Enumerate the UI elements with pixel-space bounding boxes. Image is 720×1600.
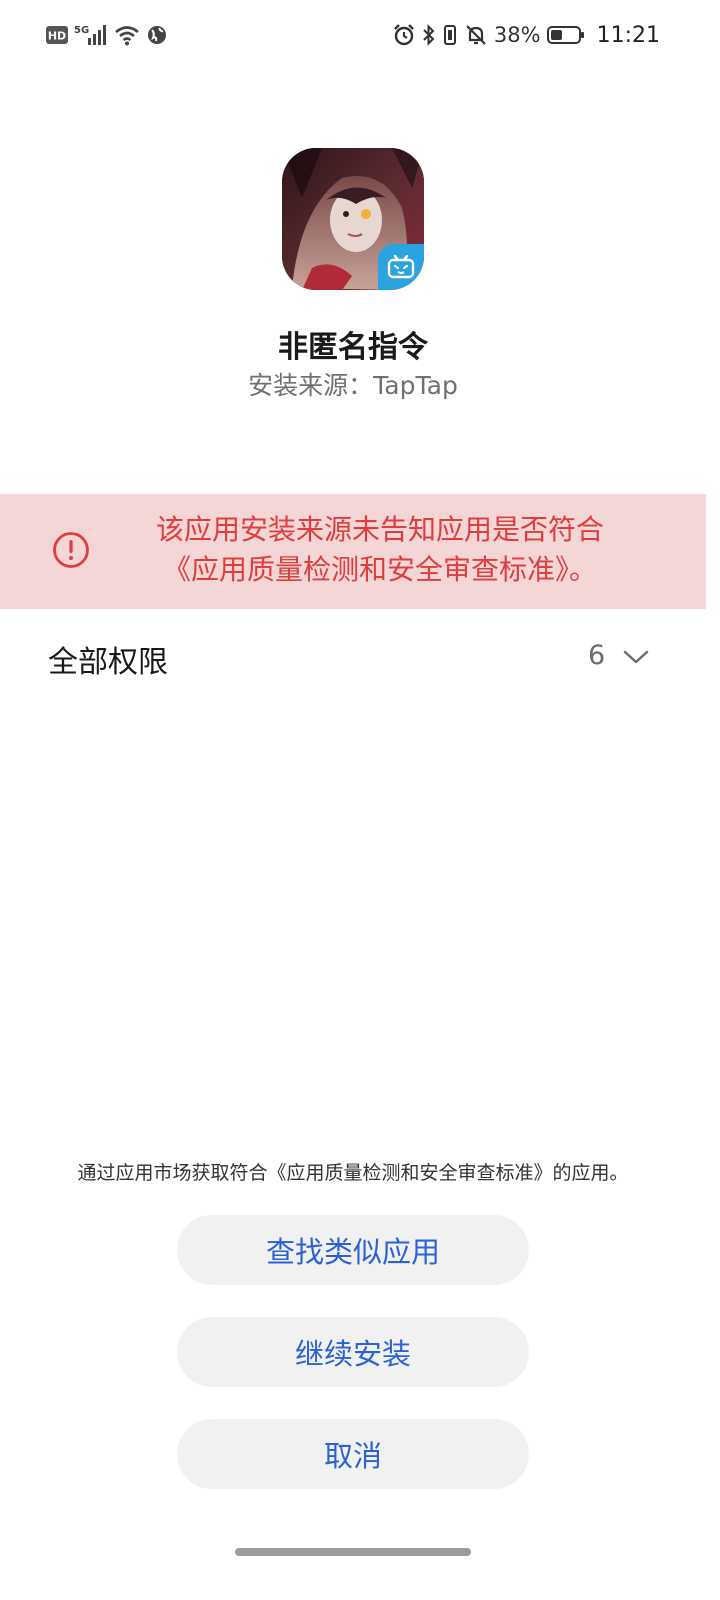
permissions-label: 全部权限 xyxy=(48,645,168,680)
app-icon xyxy=(282,148,424,290)
vibrate-icon xyxy=(442,23,458,47)
wifi-icon xyxy=(114,24,140,46)
warning-line-2: 《应用质量检测和安全审查标准》。 xyxy=(162,553,597,586)
permissions-count: 6 xyxy=(588,640,606,671)
signal-icon: 5G xyxy=(74,23,108,47)
bluetooth-icon xyxy=(422,23,436,47)
warning-line-1: 该应用安装来源未告知应用是否符合 xyxy=(155,513,604,546)
cancel-button[interactable]: 取消 xyxy=(177,1419,529,1489)
warning-banner: 该应用安装来源未告知应用是否符合 《应用质量检测和安全审查标准》。 xyxy=(0,494,706,609)
bilibili-icon xyxy=(378,244,424,290)
status-right: 38% 11:21 xyxy=(392,20,660,50)
svg-text:HD: HD xyxy=(48,30,66,43)
battery-percent: 38% xyxy=(493,23,541,47)
alert-circle-icon xyxy=(52,531,90,569)
globe-icon xyxy=(146,24,168,46)
hd-icon: HD xyxy=(46,26,68,44)
warning-text: 该应用安装来源未告知应用是否符合 《应用质量检测和安全审查标准》。 xyxy=(120,510,640,590)
market-notice: 通过应用市场获取符合《应用质量检测和安全审查标准》的应用。 xyxy=(77,1162,629,1184)
alarm-icon xyxy=(392,23,416,47)
chevron-down-icon[interactable] xyxy=(622,645,650,669)
status-bar: HD 5G 38% 11:21 xyxy=(0,0,720,70)
continue-install-button[interactable]: 继续安装 xyxy=(177,1317,529,1387)
all-permissions-row[interactable]: 全部权限 6 xyxy=(0,625,706,691)
app-name: 非匿名指令 xyxy=(278,330,428,365)
find-similar-apps-button[interactable]: 查找类似应用 xyxy=(177,1215,529,1285)
mute-icon xyxy=(464,23,488,47)
install-source: 安装来源：TapTap xyxy=(248,371,458,400)
svg-text:5G: 5G xyxy=(74,25,89,36)
home-indicator[interactable] xyxy=(235,1548,471,1556)
clock: 11:21 xyxy=(596,22,660,48)
status-left: HD 5G xyxy=(46,22,168,48)
battery-icon xyxy=(546,24,585,46)
